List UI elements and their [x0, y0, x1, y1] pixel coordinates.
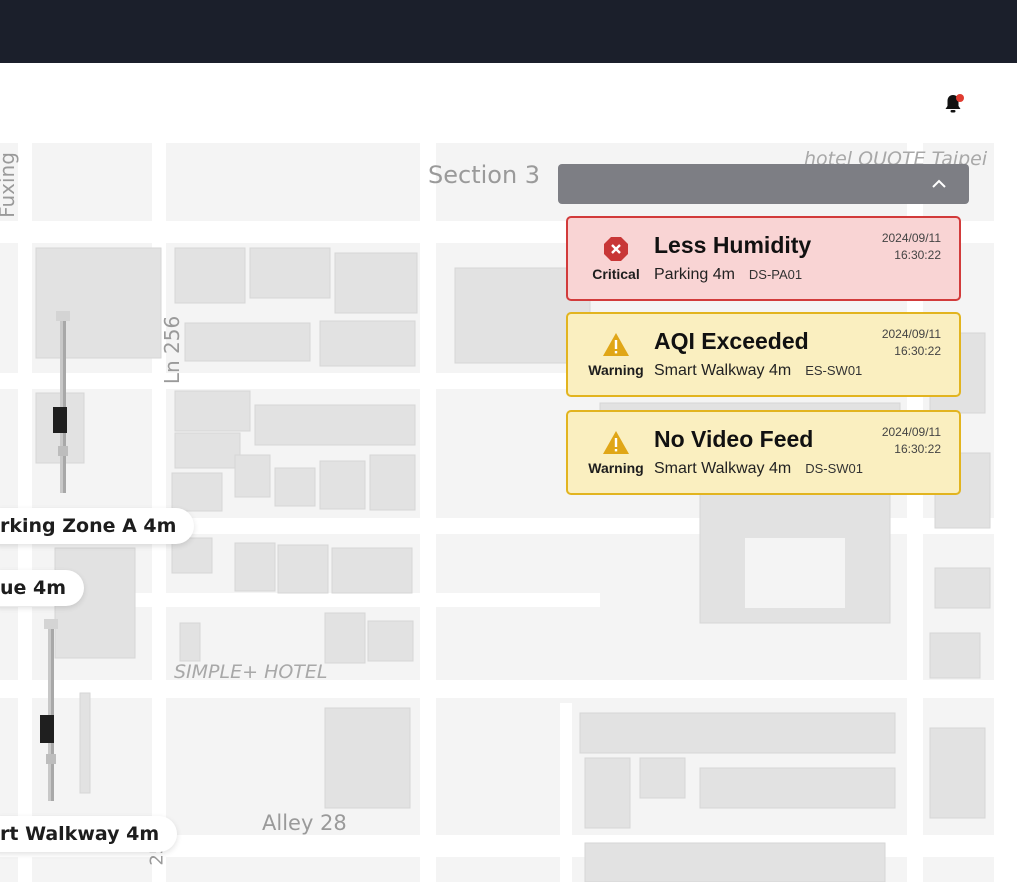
alert-location-text: Smart Walkway 4m — [654, 460, 792, 477]
alert-location-text: Smart Walkway 4m — [654, 362, 792, 379]
alert-date: 2024/09/11 — [881, 327, 941, 341]
header-bar — [0, 63, 1017, 143]
alert-date: 2024/09/11 — [881, 231, 941, 245]
zone-label-parking-a[interactable]: rking Zone A 4m — [0, 508, 195, 544]
alert-time: 16:30:22 — [894, 344, 941, 358]
zone-label-smart-walkway[interactable]: rt Walkway 4m — [0, 816, 178, 852]
alert-time: 16:30:22 — [894, 248, 941, 262]
road-label-alley28: Alley 28 — [262, 811, 347, 835]
alert-location: Smart Walkway 4m DS-SW01 — [654, 460, 863, 478]
alert-device-id: DS-SW01 — [805, 461, 863, 476]
zone-label-avenue[interactable]: ue 4m — [0, 570, 85, 606]
bell-icon[interactable] — [941, 92, 965, 116]
smart-pole-2[interactable] — [38, 619, 64, 804]
warning-triangle-icon — [602, 332, 630, 358]
alert-card-no-video-feed[interactable]: Warning No Video Feed Smart Walkway 4m DS… — [566, 410, 961, 495]
severity-label: Critical — [592, 266, 640, 282]
severity-label: Warning — [588, 362, 644, 378]
warning-triangle-icon — [602, 430, 630, 456]
alert-date: 2024/09/11 — [881, 425, 941, 439]
alert-device-id: ES-SW01 — [805, 363, 863, 378]
alert-time: 16:30:22 — [894, 442, 941, 456]
alert-device-id: DS-PA01 — [748, 267, 803, 282]
alert-location: Smart Walkway 4m ES-SW01 — [654, 362, 862, 380]
notification-dot — [956, 94, 964, 102]
x-octagon-icon — [602, 236, 630, 262]
alert-location-text: Parking 4m — [654, 266, 735, 283]
severity-label: Warning — [588, 460, 644, 476]
chevron-up-icon[interactable] — [931, 176, 947, 192]
road-label-ln256: Ln 256 — [160, 315, 185, 385]
alert-title: No Video Feed — [654, 426, 814, 452]
smart-pole-1[interactable] — [50, 311, 76, 496]
alert-location: Parking 4m DS-PA01 — [654, 266, 802, 284]
alert-card-aqi-exceeded[interactable]: Warning AQI Exceeded Smart Walkway 4m ES-… — [566, 312, 961, 397]
alert-card-less-humidity[interactable]: Critical Less Humidity Parking 4m DS-PA01… — [566, 216, 961, 301]
road-label-fuxing: Fuxing — [0, 152, 19, 218]
top-bar — [0, 0, 1017, 63]
place-label-simple-hotel: SIMPLE+ HOTEL — [174, 661, 328, 683]
alert-panel-header[interactable] — [558, 164, 969, 204]
alert-title: Less Humidity — [654, 232, 812, 258]
road-label-section: Section 3 — [428, 161, 541, 189]
alert-title: AQI Exceeded — [654, 328, 809, 354]
